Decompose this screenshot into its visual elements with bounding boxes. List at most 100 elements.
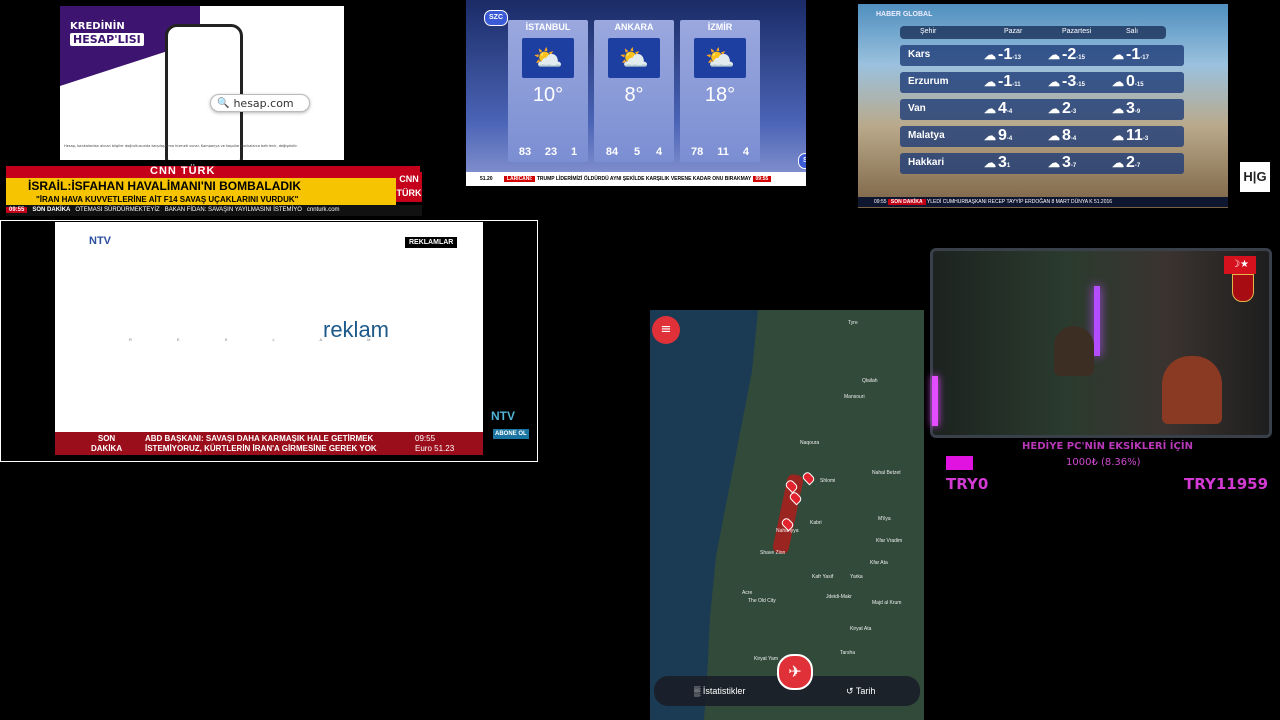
- city-name: İZMİR: [707, 22, 733, 32]
- header-day3: Salı: [1126, 28, 1139, 35]
- ntv-logo-small: NTV: [491, 409, 515, 423]
- ticker-time-box: 09:55 Euro 51.23: [415, 434, 454, 454]
- town-label: M'ilya: [878, 516, 891, 522]
- high-temp: 3: [998, 154, 1007, 171]
- subscribe-button[interactable]: ABONE OL: [493, 429, 529, 439]
- day-forecast: ☁ 0-15: [1112, 73, 1144, 91]
- partly-cloudy-icon: ⛅: [522, 38, 574, 78]
- town-label: Tarsha: [840, 650, 856, 656]
- town-label: Mansouri: [844, 394, 865, 400]
- day-forecast: ☁ 9-4: [984, 127, 1012, 145]
- low-temp: -4: [1070, 136, 1077, 142]
- ad-banner-text: KREDİNİN HESAP'LISI: [70, 20, 144, 46]
- low-temp: -4: [1006, 109, 1013, 115]
- ticker-price: Euro 51.23: [415, 444, 455, 453]
- cloud-icon: ☁: [1048, 156, 1060, 170]
- low-temp: -15: [1076, 82, 1085, 88]
- town-label: Shave Zion: [760, 550, 786, 556]
- town-label: Kfar Ata: [870, 560, 888, 566]
- high-temp: 9: [998, 127, 1007, 144]
- city-stats: 78 11 4: [684, 146, 756, 158]
- search-icon: 🔍: [217, 97, 230, 109]
- cloud-icon: ☁: [1112, 75, 1124, 89]
- ticker-text1: OTEMASI SÜRDÜRMEKTEYİZ: [75, 207, 160, 213]
- high-temp: 8: [1062, 127, 1071, 144]
- menu-button[interactable]: ≡: [652, 316, 680, 344]
- low-temp: -3: [1070, 109, 1077, 115]
- town-label: Qlailah: [862, 378, 878, 384]
- header-city: Şehir: [920, 28, 937, 35]
- day-forecast: ☁ 2-3: [1048, 100, 1076, 118]
- menu-icon: ≡: [660, 322, 672, 337]
- low-temp: -15: [1076, 55, 1085, 61]
- town-label: Tyre: [848, 320, 858, 326]
- partly-cloudy-icon: ⛅: [694, 38, 746, 78]
- haber-global-panel: HABER GLOBAL Şehir Pazar Pazartesi Salı …: [806, 0, 1280, 212]
- high-temp: 0: [1126, 73, 1135, 90]
- nav-history-label: Tarih: [855, 686, 876, 696]
- subheadline: "İRAN HAVA KUVVETLERİNE AİT F14 SAVAŞ UÇ…: [6, 195, 396, 205]
- news-ticker: SON DAKİKA ABD BAŞKANI: SAVAŞI DAHA KARM…: [55, 432, 483, 455]
- cloud-icon: ☁: [1048, 48, 1060, 62]
- ad-disclaimer: Hesap, bankalardan alınan bilgiler doğru…: [64, 144, 298, 148]
- low-temp: -7: [1070, 163, 1077, 169]
- town-label: Kabri: [810, 520, 822, 526]
- ticker-text1: ABD BAŞKANI: SAVAŞI DAHA KARMAŞIK HALE G…: [145, 434, 374, 443]
- nav-stats[interactable]: ▒ İstatistikler: [694, 686, 745, 696]
- streamer: [1054, 326, 1094, 376]
- town-label: Kfar Vradim: [876, 538, 903, 544]
- low-temp: -4: [1006, 136, 1013, 142]
- brand: HABER GLOBAL: [876, 11, 933, 18]
- news-ticker: 09:55 SON DAKİKA YLEDİ CUMHURBAŞKANI REC…: [858, 197, 1228, 207]
- low-temp: -9: [1134, 109, 1141, 115]
- day-forecast: ☁ -1-11: [984, 73, 1021, 91]
- news-ticker: 51.20 LARİCANİ: TRUMP LİDERİMİZİ ÖLDÜRDÜ…: [466, 172, 820, 186]
- cloud-icon: ☁: [1112, 102, 1124, 116]
- low-temp: -3: [1142, 136, 1149, 142]
- nav-stats-label: İstatistikler: [702, 686, 746, 696]
- low-temp: -15: [1134, 82, 1144, 88]
- high-temp: 3: [1126, 100, 1135, 117]
- town-label: The Old City: [748, 598, 776, 604]
- day-forecast: ☁ -3-15: [1048, 73, 1085, 91]
- ticker-label1: SON: [97, 434, 116, 443]
- day-forecast: ☁ 4-4: [984, 100, 1012, 118]
- town-label: Jdeidi-Makr: [826, 594, 852, 600]
- header-day2: Pazartesi: [1062, 28, 1092, 35]
- city-temp: 8°: [624, 84, 644, 106]
- city-card: İSTANBUL ⛅ 10° 83 23 1: [508, 20, 588, 162]
- alert-pin[interactable]: [801, 470, 816, 486]
- wind: 5: [633, 146, 641, 158]
- ntv-panel: NTV REKLAMLAR R E K L A M reklam SON DAK…: [0, 220, 538, 462]
- day-forecast: ☁ -1-13: [984, 46, 1021, 64]
- headline: İSRAİL:İSFAHAN HAVALİMANI'NI BOMBALADIK: [6, 178, 396, 195]
- humidity: 84: [605, 146, 619, 158]
- weather-row: Malatya ☁ 9-4 ☁ 8-4 ☁ 11-3: [900, 126, 1184, 147]
- cloud-icon: ☁: [984, 156, 996, 170]
- ad-banner-line1: KREDİNİN: [70, 21, 125, 32]
- ad-text: reklam: [323, 317, 390, 342]
- humidity: 83: [518, 146, 532, 158]
- cloud-icon: ☁: [1112, 48, 1124, 62]
- map-panel[interactable]: ≡ Tyre Qlailah Mansouri Naqoura Shlomi Nahal …: [650, 310, 924, 720]
- cnn-turk-panel: KREDİNİN HESAP'LISI 🔍 hesap.com Hesap, b…: [0, 0, 432, 218]
- ticker-label: SON DAKİKA: [887, 199, 926, 205]
- cloud-icon: ☁: [1048, 129, 1060, 143]
- town-label: Acre: [742, 590, 753, 596]
- ticker-label2: DAKİKA: [91, 444, 123, 453]
- nav-history[interactable]: ↺ Tarih: [846, 686, 875, 697]
- city-stats: 84 5 4: [598, 146, 670, 158]
- weather-row: Erzurum ☁ -1-11 ☁ -3-15 ☁ 0-15: [900, 72, 1184, 93]
- donation-amount: 1000₺ (8.36%): [1066, 457, 1141, 468]
- town-label: Naqoura: [800, 440, 820, 446]
- day-forecast: ☁ 8-4: [1048, 127, 1076, 145]
- cloud-icon: ☁: [984, 75, 996, 89]
- city-stats: 83 23 1: [512, 146, 584, 158]
- city-temp: 18°: [704, 84, 736, 106]
- cloud-icon: ☁: [1112, 129, 1124, 143]
- row-city: Malatya: [908, 130, 945, 141]
- neon-glow: [932, 376, 938, 426]
- wind: 11: [717, 146, 729, 158]
- plane-button[interactable]: ✈: [777, 654, 813, 690]
- ad-search-box: 🔍 hesap.com: [210, 94, 310, 112]
